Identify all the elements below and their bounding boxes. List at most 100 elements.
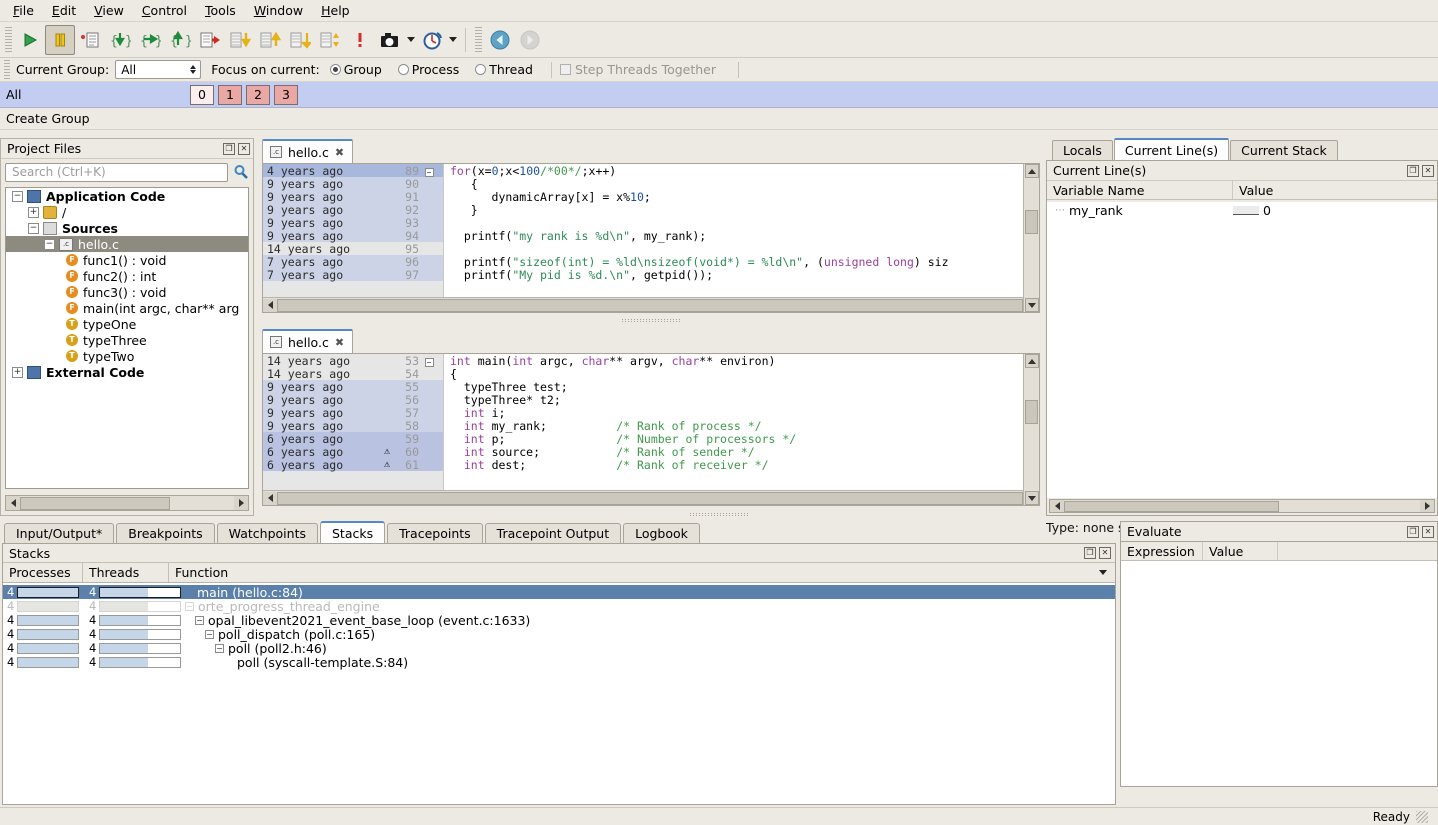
project-tree-hscrollbar[interactable] <box>5 495 249 511</box>
create-group-button[interactable]: Create Group <box>0 108 1438 130</box>
variable-value-cell[interactable]: 0 <box>1233 203 1271 218</box>
tab-current-lines[interactable]: Current Line(s) <box>1113 138 1230 160</box>
editor-bottom-hscrollbar[interactable] <box>263 490 1023 505</box>
tab-current-stack[interactable]: Current Stack <box>1230 140 1338 160</box>
tree-item-func2[interactable]: F func2() : int <box>6 268 248 284</box>
scroll-up-icon[interactable] <box>1024 354 1039 368</box>
stack-row[interactable]: 4 4 − opal_libevent2021_event_base_loop … <box>3 613 1115 628</box>
menu-help[interactable]: Help <box>312 1 359 20</box>
tab-locals[interactable]: Locals <box>1052 140 1113 160</box>
tab-tracepoint-output[interactable]: Tracepoint Output <box>484 523 622 543</box>
toolbar-grip[interactable] <box>5 26 12 53</box>
tab-tracepoints[interactable]: Tracepoints <box>387 523 483 543</box>
variables-hscrollbar[interactable] <box>1049 499 1435 513</box>
scroll-thumb[interactable] <box>277 298 1023 312</box>
expander-icon[interactable]: + <box>28 206 39 218</box>
step-out-button[interactable]: { } <box>165 25 195 55</box>
group-toolbar-grip[interactable] <box>4 59 10 80</box>
tree-item-application-code[interactable]: − Application Code <box>6 188 248 204</box>
run-to-line-button[interactable] <box>195 25 225 55</box>
next-button[interactable] <box>225 25 255 55</box>
editor-bottom-gutter[interactable]: 14 years ago 53− 14 years ago 54 9 years a… <box>263 354 444 505</box>
focus-option-process[interactable]: Process <box>397 62 459 77</box>
expander-icon[interactable]: − <box>44 238 55 250</box>
scroll-left-icon[interactable] <box>263 298 277 312</box>
step-threads-together-checkbox[interactable]: Step Threads Together <box>559 62 716 77</box>
col-value[interactable]: Value <box>1203 542 1278 560</box>
col-function[interactable]: Function <box>169 563 1115 582</box>
stacks-rows[interactable]: 4 4 main (hello.c:84) 4 4 − orte_progres… <box>3 583 1115 670</box>
undock-icon[interactable]: ❐ <box>1407 525 1419 538</box>
stack-row[interactable]: 4 4 − orte_progress_thread_engine <box>3 599 1115 614</box>
editor-top-hscrollbar[interactable] <box>263 297 1023 312</box>
col-value[interactable]: Value <box>1233 181 1437 199</box>
expander-icon[interactable]: − <box>185 601 194 611</box>
process-box-2[interactable]: 2 <box>246 84 270 105</box>
focus-option-thread[interactable]: Thread <box>475 62 533 77</box>
process-box-3[interactable]: 3 <box>274 84 298 105</box>
col-variable-name[interactable]: Variable Name <box>1047 181 1233 199</box>
tab-logbook[interactable]: Logbook <box>623 523 700 543</box>
tab-stacks[interactable]: Stacks <box>319 521 386 543</box>
variable-row[interactable]: ⋯ my_rank 0 <box>1047 202 1437 219</box>
expander-icon[interactable]: − <box>12 190 23 202</box>
expander-icon[interactable]: − <box>205 629 214 639</box>
scroll-left-icon[interactable] <box>1050 500 1064 512</box>
menu-edit[interactable]: Edit <box>43 1 85 20</box>
expander-icon[interactable]: − <box>28 222 39 234</box>
next-instruction-button[interactable] <box>315 25 345 55</box>
editor-top-body[interactable]: 4 years ago 89− 9 years ago 90 9 years ago… <box>262 163 1040 313</box>
tab-watchpoints[interactable]: Watchpoints <box>216 523 318 543</box>
timer-button[interactable] <box>417 25 447 55</box>
toolbar-grip-2[interactable] <box>475 26 482 53</box>
menu-view[interactable]: View <box>85 1 133 20</box>
step-over-button[interactable]: { } <box>135 25 165 55</box>
warning-icon[interactable]: ⚠ <box>378 459 396 470</box>
close-icon[interactable]: ✕ <box>1422 525 1434 538</box>
tree-item-func1[interactable]: F func1() : void <box>6 252 248 268</box>
menu-tools[interactable]: Tools <box>196 1 245 20</box>
scroll-right-icon[interactable] <box>234 496 248 510</box>
process-box-1[interactable]: 1 <box>218 84 242 105</box>
search-icon[interactable] <box>233 164 249 180</box>
step-instruction-button[interactable] <box>75 25 105 55</box>
editor-top-vscrollbar[interactable] <box>1023 164 1039 312</box>
editor-tab-hello-c[interactable]: .c hello.c ✖ <box>262 139 354 163</box>
editor-splitter[interactable] <box>592 316 712 324</box>
editor-bottom-body[interactable]: 14 years ago 53− 14 years ago 54 9 years a… <box>262 353 1040 506</box>
previous-button[interactable] <box>255 25 285 55</box>
scroll-thumb[interactable] <box>1025 400 1038 424</box>
tree-item-typetwo[interactable]: T typeTwo <box>6 348 248 364</box>
scroll-up-icon[interactable] <box>1024 164 1039 178</box>
col-expression[interactable]: Expression <box>1121 542 1203 560</box>
menu-window[interactable]: Window <box>245 1 312 20</box>
tree-item-hello-c[interactable]: − .c hello.c <box>6 236 248 252</box>
expander-icon[interactable]: − <box>195 615 204 625</box>
forward-button[interactable] <box>515 25 545 55</box>
editor-tab-hello-c-2[interactable]: .c hello.c ✖ <box>262 329 354 353</box>
tree-item-main[interactable]: F main(int argc, char** arg <box>6 300 248 316</box>
editor-top-gutter[interactable]: 4 years ago 89− 9 years ago 90 9 years ago… <box>263 164 444 312</box>
project-tree[interactable]: − Application Code + / − Sources − .c he… <box>5 187 249 489</box>
undock-icon[interactable]: ❐ <box>223 142 235 155</box>
editor-bottom-code[interactable]: int main(int argc, char** argv, char** e… <box>444 354 1023 505</box>
close-tab-icon[interactable]: ✖ <box>335 146 344 159</box>
snapshot-dropdown[interactable] <box>405 25 417 55</box>
current-group-select[interactable]: All <box>115 60 202 79</box>
close-tab-icon[interactable]: ✖ <box>335 336 344 349</box>
editor-bottom-vscrollbar[interactable] <box>1023 354 1039 505</box>
scroll-thumb[interactable] <box>1064 500 1279 512</box>
scroll-down-icon[interactable] <box>1024 298 1039 312</box>
tab-breakpoints[interactable]: Breakpoints <box>116 523 215 543</box>
search-input[interactable]: Search (Ctrl+K) <box>5 162 228 182</box>
menu-control[interactable]: Control <box>133 1 196 20</box>
scroll-thumb[interactable] <box>277 491 1023 505</box>
tree-item-sources[interactable]: − Sources <box>6 220 248 236</box>
scroll-down-icon[interactable] <box>1024 491 1039 505</box>
close-icon[interactable]: ✕ <box>1099 547 1111 559</box>
undock-icon[interactable]: ❐ <box>1407 164 1419 177</box>
editor-top-code[interactable]: for(x=0;x<100/*00*/;x++) { dynamicArray[… <box>444 164 1023 312</box>
back-button[interactable] <box>485 25 515 55</box>
variables-rows[interactable]: ⋯ my_rank 0 <box>1047 202 1437 498</box>
tree-item-func3[interactable]: F func3() : void <box>6 284 248 300</box>
